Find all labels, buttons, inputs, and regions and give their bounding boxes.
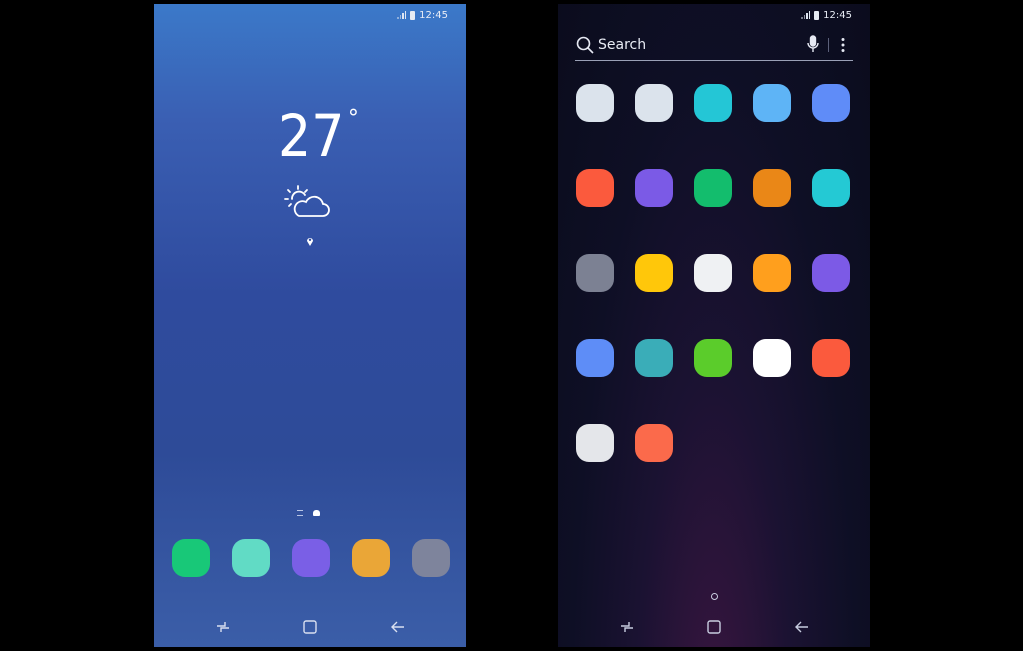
dock-app-4[interactable]	[352, 539, 390, 577]
dock-app-1[interactable]	[172, 539, 210, 577]
partly-cloudy-icon[interactable]	[282, 184, 334, 224]
app-icon-17[interactable]	[635, 339, 673, 377]
app-icon-5[interactable]	[812, 84, 850, 122]
search-input[interactable]: Search	[598, 37, 646, 53]
app-icon-6[interactable]	[576, 169, 614, 207]
signal-icon	[801, 11, 811, 19]
location-pin-icon	[307, 238, 313, 246]
search-divider	[828, 38, 829, 52]
microphone-icon[interactable]	[806, 35, 820, 53]
search-icon[interactable]	[576, 36, 594, 54]
recents-icon[interactable]	[213, 617, 233, 637]
battery-icon	[410, 10, 416, 20]
app-icon-15[interactable]	[812, 254, 850, 292]
app-icon-14[interactable]	[753, 254, 791, 292]
app-icon-2[interactable]	[635, 84, 673, 122]
app-icon-7[interactable]	[635, 169, 673, 207]
dock-app-2[interactable]	[232, 539, 270, 577]
app-drawer-screen: 12:45 Search	[558, 4, 870, 647]
app-icon-18[interactable]	[694, 339, 732, 377]
degree-symbol: °	[347, 106, 359, 131]
battery-icon	[814, 10, 820, 20]
home-screen: 12:45 27 °	[154, 4, 466, 647]
back-icon[interactable]	[792, 617, 812, 637]
app-icon-8[interactable]	[694, 169, 732, 207]
search-bar[interactable]: Search	[575, 34, 853, 61]
navigation-bar	[154, 617, 466, 637]
status-bar: 12:45	[397, 8, 448, 22]
app-grid	[576, 84, 850, 462]
app-icon-1[interactable]	[576, 84, 614, 122]
app-icon-9[interactable]	[753, 169, 791, 207]
status-time: 12:45	[419, 9, 448, 21]
page-indicator-dot[interactable]	[711, 593, 718, 600]
back-icon[interactable]	[388, 617, 408, 637]
page-lines-icon[interactable]	[297, 510, 303, 516]
weather-widget[interactable]: 27 °	[278, 104, 359, 174]
app-icon-22[interactable]	[635, 424, 673, 462]
app-icon-16[interactable]	[576, 339, 614, 377]
status-time: 12:45	[823, 9, 852, 21]
status-bar: 12:45	[801, 8, 852, 22]
app-icon-11[interactable]	[576, 254, 614, 292]
app-icon-20[interactable]	[812, 339, 850, 377]
app-icon-12[interactable]	[635, 254, 673, 292]
navigation-bar	[558, 617, 870, 637]
app-icon-4[interactable]	[753, 84, 791, 122]
app-icon-13[interactable]	[694, 254, 732, 292]
recents-icon[interactable]	[617, 617, 637, 637]
temperature: 27	[278, 102, 345, 170]
app-icon-3[interactable]	[694, 84, 732, 122]
home-icon[interactable]	[300, 617, 320, 637]
more-options-icon[interactable]	[841, 37, 845, 53]
signal-icon	[397, 11, 407, 19]
app-icon-21[interactable]	[576, 424, 614, 462]
dock	[172, 539, 450, 577]
app-icon-19[interactable]	[753, 339, 791, 377]
dock-app-3[interactable]	[292, 539, 330, 577]
home-page-icon[interactable]	[313, 510, 320, 516]
home-icon[interactable]	[704, 617, 724, 637]
dock-app-5[interactable]	[412, 539, 450, 577]
app-icon-10[interactable]	[812, 169, 850, 207]
page-indicator	[297, 510, 320, 516]
